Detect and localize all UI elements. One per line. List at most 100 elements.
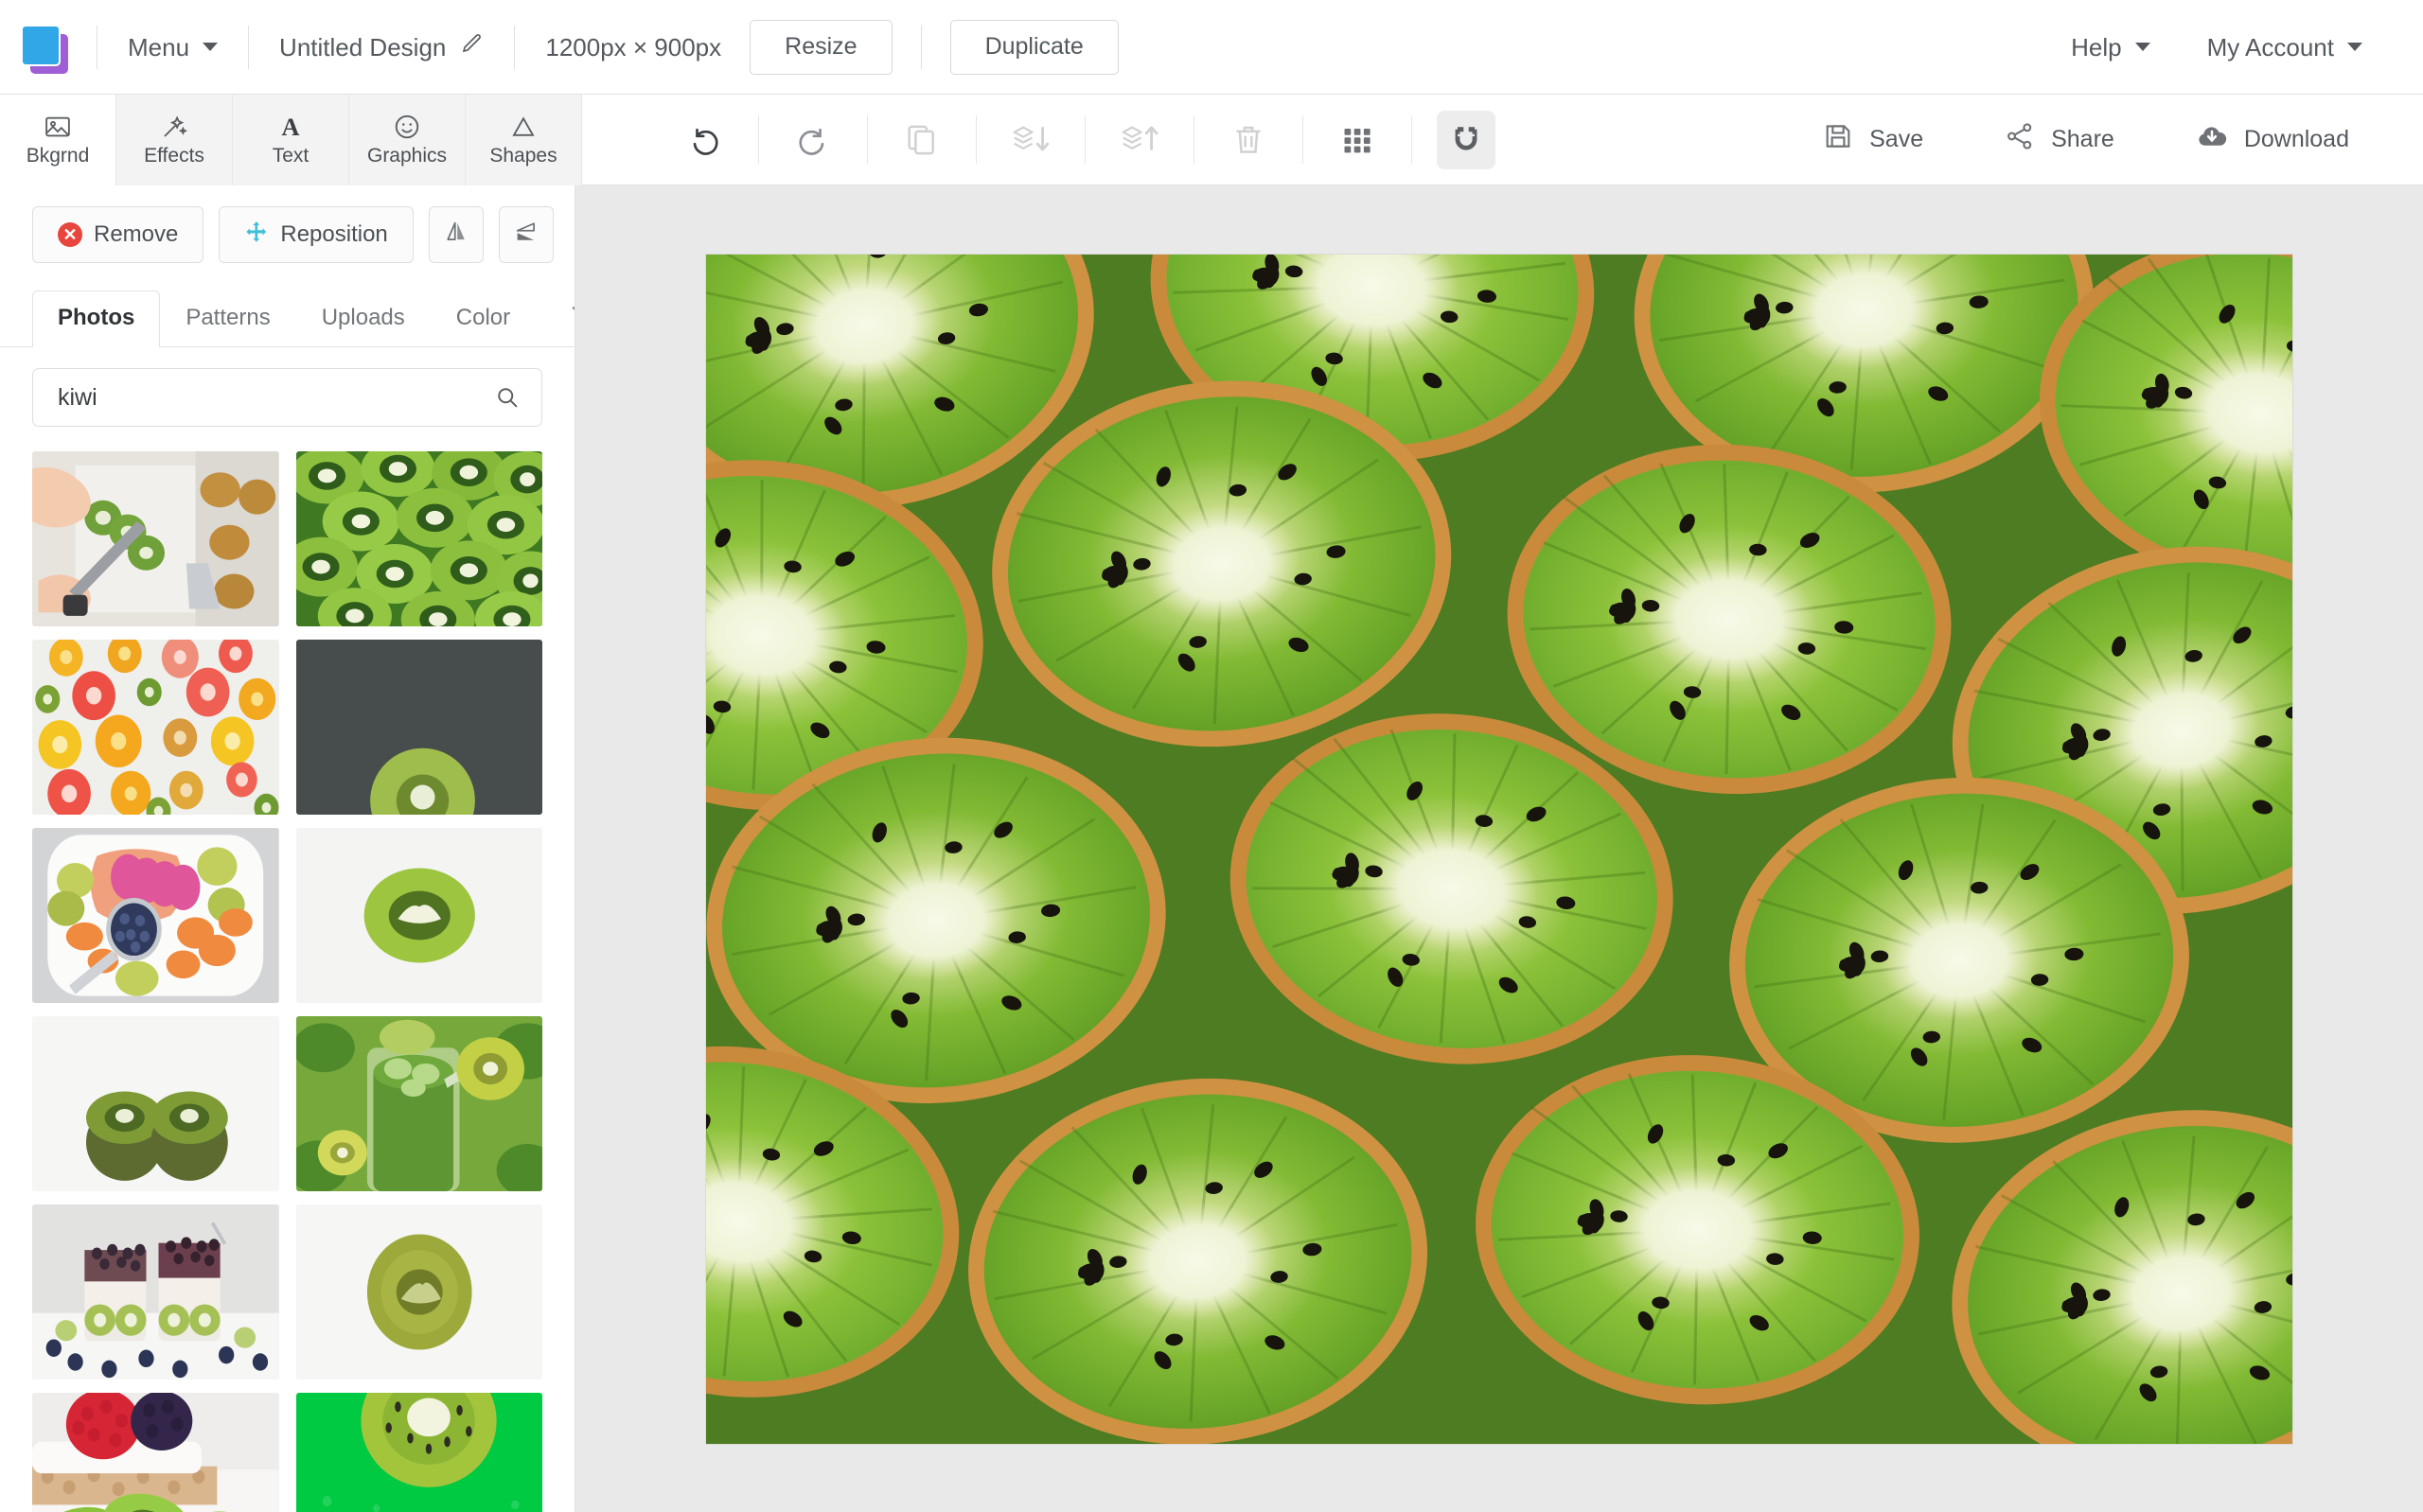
- search-box[interactable]: [32, 368, 542, 427]
- tool-tab-shapes[interactable]: Shapes: [466, 95, 582, 185]
- bring-forward-button[interactable]: [1086, 95, 1194, 185]
- thumb-kiwi-slice-white[interactable]: [295, 828, 542, 1003]
- panel-tab-color[interactable]: Color: [431, 290, 536, 346]
- duplicate-button[interactable]: Duplicate: [949, 19, 1119, 75]
- magnet-icon: [1437, 111, 1495, 169]
- design-canvas[interactable]: [706, 254, 2292, 1444]
- thumb-kiwi-slices-pattern[interactable]: [295, 451, 542, 626]
- image-editor-app: Menu Untitled Design 1200px × 900px Resi…: [0, 0, 2423, 1512]
- smiley-icon: [393, 113, 421, 141]
- pencil-icon[interactable]: [461, 0, 484, 95]
- chevron-down-icon: [2134, 43, 2150, 51]
- panel-tabs: Photos Patterns Uploads Color: [0, 276, 575, 347]
- account-menu[interactable]: My Account: [2179, 0, 2391, 95]
- grid-button[interactable]: [1303, 95, 1411, 185]
- tool-tabs: Bkgrnd Effects A Text Graphics Shapes: [0, 95, 582, 185]
- photo-search: [0, 347, 575, 436]
- app-logo[interactable]: [21, 0, 95, 95]
- triangle-icon: [509, 113, 538, 141]
- flip-horizontal-icon: [442, 218, 470, 253]
- thumb-kiwi-round-slice[interactable]: [295, 1204, 542, 1380]
- duplicate-layer-button[interactable]: [868, 95, 976, 185]
- panel-tab-uploads[interactable]: Uploads: [296, 290, 431, 346]
- undo-button[interactable]: [650, 95, 758, 185]
- main-toolbar: Bkgrnd Effects A Text Graphics Shapes Sa…: [0, 95, 2423, 185]
- tool-tab-text[interactable]: A Text: [233, 95, 349, 185]
- design-title-label: Untitled Design: [279, 32, 447, 62]
- tool-tab-effects[interactable]: Effects: [116, 95, 233, 185]
- flip-vertical-button[interactable]: [498, 206, 554, 263]
- save-label: Save: [1869, 126, 1924, 152]
- photo-results-grid: [0, 436, 575, 1512]
- thumb-kiwi-half-dark[interactable]: [295, 640, 542, 815]
- menu-label: Menu: [128, 32, 190, 62]
- search-input[interactable]: [33, 383, 541, 412]
- star-icon[interactable]: [536, 282, 575, 346]
- header-divider: [920, 25, 922, 69]
- canvas-dimensions: 1200px × 900px: [517, 0, 750, 95]
- save-button[interactable]: Save: [1782, 95, 1963, 185]
- app-body: ✕ Remove Reposition Photos Patterns Uplo…: [0, 185, 2423, 1512]
- background-panel: ✕ Remove Reposition Photos Patterns Uplo…: [0, 185, 575, 1512]
- remove-background-button[interactable]: ✕ Remove: [32, 206, 204, 263]
- tool-tab-label: Graphics: [366, 145, 448, 167]
- chevron-down-icon: [2347, 43, 2362, 51]
- help-label: Help: [2071, 32, 2122, 62]
- thumb-kiwi-green-bg[interactable]: [295, 1393, 542, 1512]
- tool-tab-label: Effects: [144, 145, 204, 167]
- magic-wand-icon: [160, 113, 188, 141]
- share-label: Share: [2051, 126, 2114, 152]
- canvas-image: [706, 254, 2292, 1444]
- logo-mark: [21, 23, 70, 74]
- thumb-citrus-slices[interactable]: [32, 640, 279, 815]
- svg-text:A: A: [282, 114, 300, 141]
- thumb-hands-slicing-kiwi[interactable]: [32, 451, 279, 626]
- redo-button[interactable]: [759, 95, 867, 185]
- background-actions: ✕ Remove Reposition: [0, 185, 575, 276]
- delete-button[interactable]: [1194, 95, 1302, 185]
- thumb-kiwi-halves[interactable]: [32, 1016, 279, 1191]
- tool-tab-label: Bkgrnd: [26, 145, 90, 167]
- reposition-label: Reposition: [280, 221, 388, 247]
- remove-circle-icon: ✕: [58, 222, 82, 247]
- send-backward-button[interactable]: [977, 95, 1085, 185]
- remove-label: Remove: [94, 221, 179, 247]
- flip-vertical-icon: [512, 218, 540, 253]
- flip-horizontal-button[interactable]: [428, 206, 484, 263]
- tool-tab-graphics[interactable]: Graphics: [349, 95, 466, 185]
- canvas-workspace[interactable]: [575, 185, 2423, 1512]
- download-label: Download: [2243, 126, 2349, 152]
- image-icon: [44, 113, 72, 141]
- toolbar-right-group: Save Share Download: [1781, 95, 2423, 185]
- help-menu[interactable]: Help: [2043, 0, 2178, 95]
- reposition-button[interactable]: Reposition: [219, 206, 414, 263]
- download-icon: [2195, 119, 2229, 160]
- panel-tab-patterns[interactable]: Patterns: [160, 290, 295, 346]
- header-divider: [514, 25, 516, 69]
- account-label: My Account: [2206, 32, 2334, 62]
- move-arrows-icon: [244, 220, 269, 251]
- menu-button[interactable]: Menu: [99, 0, 246, 95]
- chevron-down-icon: [203, 43, 219, 51]
- tool-tab-label: Shapes: [489, 145, 557, 167]
- thumb-yogurt-parfaits[interactable]: [32, 1204, 279, 1380]
- resize-button[interactable]: Resize: [750, 19, 893, 75]
- toolbar-gap: [582, 95, 650, 185]
- save-icon: [1822, 120, 1854, 159]
- thumb-berry-cake[interactable]: [32, 1393, 279, 1512]
- canvas-dimensions-label: 1200px × 900px: [545, 32, 722, 62]
- thumb-green-smoothie[interactable]: [295, 1016, 542, 1191]
- header-divider: [248, 25, 250, 69]
- share-icon: [2004, 120, 2036, 159]
- panel-tab-photos[interactable]: Photos: [32, 290, 161, 347]
- tool-tab-bkgrnd[interactable]: Bkgrnd: [0, 95, 116, 185]
- app-header: Menu Untitled Design 1200px × 900px Resi…: [0, 0, 2423, 95]
- share-button[interactable]: Share: [1964, 95, 2154, 185]
- design-title[interactable]: Untitled Design: [251, 0, 512, 95]
- download-button[interactable]: Download: [2155, 95, 2389, 185]
- snap-button[interactable]: [1412, 95, 1520, 185]
- search-icon[interactable]: [494, 384, 521, 411]
- thumb-fruit-bowl[interactable]: [32, 828, 279, 1003]
- text-a-icon: A: [276, 113, 305, 141]
